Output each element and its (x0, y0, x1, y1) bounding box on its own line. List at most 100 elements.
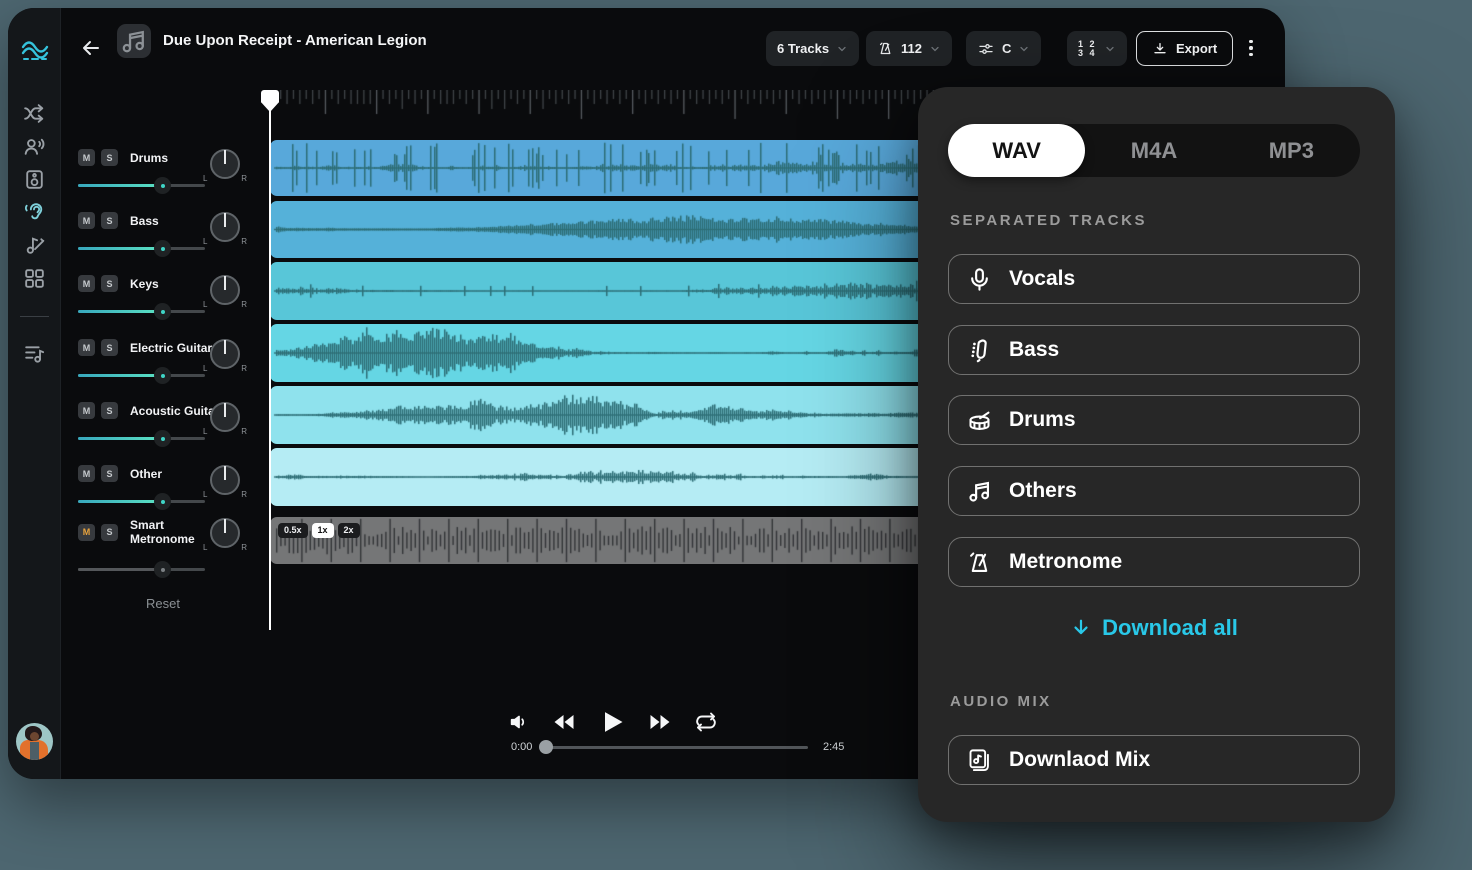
volume-slider[interactable] (78, 303, 205, 320)
bpm-dropdown[interactable]: 112 (866, 31, 952, 66)
mute-button[interactable]: M (78, 465, 95, 482)
seek-rail[interactable] (543, 746, 808, 749)
pan-knob[interactable]: LR (210, 149, 240, 179)
pan-knob[interactable]: LR (210, 518, 240, 548)
sidebar (8, 8, 61, 779)
format-tab-m4a[interactable]: M4A (1085, 124, 1222, 177)
drum-icon (966, 407, 993, 434)
mute-button[interactable]: M (78, 212, 95, 229)
pan-knob[interactable]: LR (210, 465, 240, 495)
split-tracks-icon[interactable] (22, 101, 47, 126)
track-controls-bass: MS Bass LR (70, 212, 270, 270)
amp-icon[interactable] (22, 167, 47, 192)
volume-slider[interactable] (78, 561, 205, 578)
solo-button[interactable]: S (101, 402, 118, 419)
voice-icon[interactable] (22, 134, 47, 159)
more-options-button[interactable] (1243, 36, 1259, 60)
seek-thumb[interactable] (539, 740, 553, 754)
loop-button[interactable] (694, 710, 718, 734)
download-arrow-icon (1070, 617, 1092, 639)
track-controls-smart-metronome: MSSmart MetronomeLR (70, 518, 270, 576)
mute-button[interactable]: M (78, 149, 95, 166)
edit-note-icon[interactable] (22, 233, 47, 258)
track-name: Keys (130, 277, 159, 291)
song-title: Due Upon Receipt - American Legion (163, 32, 427, 49)
total-time: 2:45 (823, 741, 844, 753)
transport-controls (508, 708, 718, 736)
bass-guitar-icon (966, 337, 993, 364)
moises-logo-icon[interactable] (21, 38, 49, 66)
rewind-button[interactable] (552, 710, 576, 734)
solo-button[interactable]: S (101, 212, 118, 229)
topbar: Due Upon Receipt - American Legion 6 Tra… (61, 8, 1285, 88)
key-dropdown[interactable]: C (966, 31, 1041, 66)
stem-bass-button[interactable]: Bass (948, 325, 1360, 375)
speed-chip-2x[interactable]: 2x (338, 523, 360, 538)
chevron-down-icon (1018, 43, 1030, 55)
volume-slider[interactable] (78, 177, 205, 194)
pan-knob[interactable]: LR (210, 275, 240, 305)
audio-mix-heading: AUDIO MIX (950, 693, 1052, 710)
pan-knob[interactable]: LR (210, 212, 240, 242)
export-label: Export (1176, 41, 1217, 56)
track-name: Other (130, 467, 162, 481)
export-button[interactable]: Export (1136, 31, 1233, 66)
volume-slider[interactable] (78, 240, 205, 257)
back-button[interactable] (79, 36, 103, 60)
play-button[interactable] (598, 708, 626, 736)
speed-chip-1x[interactable]: 1x (312, 523, 334, 538)
export-panel: WAVM4AMP3 SEPARATED TRACKS Vocals Bass D… (918, 87, 1395, 822)
stem-others-button[interactable]: Others (948, 466, 1360, 516)
mute-button[interactable]: M (78, 275, 95, 292)
pan-knob[interactable]: LR (210, 402, 240, 432)
apps-icon[interactable] (22, 266, 47, 291)
ear-icon[interactable] (22, 200, 47, 225)
download-mix-button[interactable]: Downlaod Mix (948, 735, 1360, 785)
format-segmented-control: WAVM4AMP3 (948, 124, 1360, 177)
pan-knob[interactable]: LR (210, 339, 240, 369)
user-avatar[interactable] (16, 723, 53, 760)
track-name: Bass (130, 214, 159, 228)
track-name: Acoustic Guitar (130, 404, 219, 418)
song-artwork-icon (117, 24, 151, 58)
solo-button[interactable]: S (101, 524, 118, 541)
tune-icon (977, 40, 995, 58)
volume-slider[interactable] (78, 493, 205, 510)
track-name: Electric Guitar (130, 341, 212, 355)
format-tab-mp3[interactable]: MP3 (1223, 124, 1360, 177)
stem-drums-button[interactable]: Drums (948, 395, 1360, 445)
track-name: Drums (130, 151, 168, 165)
solo-button[interactable]: S (101, 275, 118, 292)
tracks-dropdown-label: 6 Tracks (777, 41, 829, 56)
volume-slider[interactable] (78, 367, 205, 384)
metronome-speed-chips: 0.5x 1x 2x (278, 523, 360, 538)
track-controls-other: MS Other LR (70, 465, 270, 523)
music-notes-icon (966, 478, 993, 505)
solo-button[interactable]: S (101, 149, 118, 166)
separated-tracks-heading: SEPARATED TRACKS (950, 212, 1147, 229)
download-all-button[interactable]: Download all (948, 615, 1360, 641)
format-tab-wav[interactable]: WAV (948, 124, 1085, 177)
stem-vocals-button[interactable]: Vocals (948, 254, 1360, 304)
mute-button[interactable]: M (78, 339, 95, 356)
stem-metronome-button[interactable]: Metronome (948, 537, 1360, 587)
mute-button[interactable]: M (78, 524, 95, 541)
mute-button[interactable]: M (78, 402, 95, 419)
speed-chip-0.5x[interactable]: 0.5x (278, 523, 308, 538)
metronome-icon (877, 40, 894, 57)
solo-button[interactable]: S (101, 465, 118, 482)
reset-button[interactable]: Reset (128, 596, 198, 611)
setlist-icon[interactable] (22, 341, 47, 366)
download-icon (1152, 41, 1168, 57)
chevron-down-icon (836, 43, 848, 55)
metronome-icon (966, 549, 993, 576)
volume-slider[interactable] (78, 430, 205, 447)
chevron-down-icon (929, 43, 941, 55)
volume-button[interactable] (508, 711, 530, 733)
time-signature-dropdown[interactable]: 1 2 3 4 (1067, 31, 1127, 66)
solo-button[interactable]: S (101, 339, 118, 356)
playhead-line (269, 90, 271, 630)
track-controls-electric-guitar: MS Electric GuitarLR (70, 339, 270, 397)
fast-forward-button[interactable] (648, 710, 672, 734)
tracks-dropdown[interactable]: 6 Tracks (766, 31, 859, 66)
